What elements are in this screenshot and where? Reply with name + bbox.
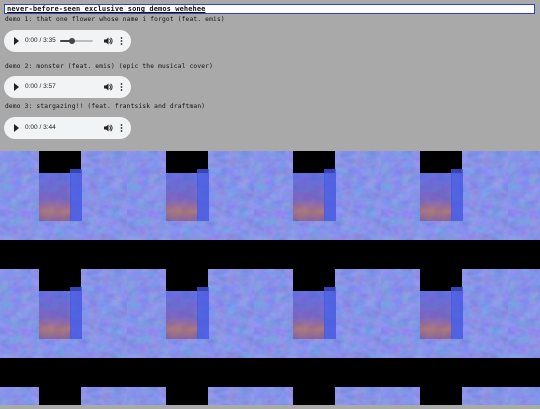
demo-2-label: demo 2: monster (feat. emis) (epic the m… bbox=[5, 63, 214, 70]
page-header: never-before-seen exclusive song demos w… bbox=[4, 4, 535, 14]
audio-player-3[interactable]: 0:00 / 3:44 bbox=[4, 117, 131, 139]
more-options-icon[interactable] bbox=[120, 36, 123, 46]
audio-player-1[interactable]: 0:00 / 3:35 bbox=[4, 30, 131, 52]
more-options-icon[interactable] bbox=[120, 123, 123, 133]
seek-bar[interactable] bbox=[60, 38, 93, 44]
play-icon[interactable] bbox=[14, 37, 19, 45]
time-display: 0:00 / 3:57 bbox=[25, 83, 56, 90]
tiled-texture-image bbox=[0, 151, 540, 405]
background-pattern bbox=[0, 151, 540, 405]
time-display: 0:00 / 3:35 bbox=[25, 37, 56, 44]
play-icon[interactable] bbox=[14, 83, 19, 91]
page-title: never-before-seen exclusive song demos w… bbox=[7, 5, 206, 13]
play-icon[interactable] bbox=[14, 124, 19, 132]
demo-3-label: demo 3: stargazing!! (feat. frantsisk an… bbox=[5, 103, 206, 110]
time-display: 0:00 / 3:44 bbox=[25, 124, 56, 131]
volume-icon[interactable] bbox=[103, 82, 113, 92]
demo-1-label: demo 1: that one flower whose name i for… bbox=[5, 16, 225, 23]
volume-icon[interactable] bbox=[103, 36, 113, 46]
audio-player-2[interactable]: 0:00 / 3:57 bbox=[4, 76, 131, 98]
volume-icon[interactable] bbox=[103, 123, 113, 133]
more-options-icon[interactable] bbox=[120, 82, 123, 92]
